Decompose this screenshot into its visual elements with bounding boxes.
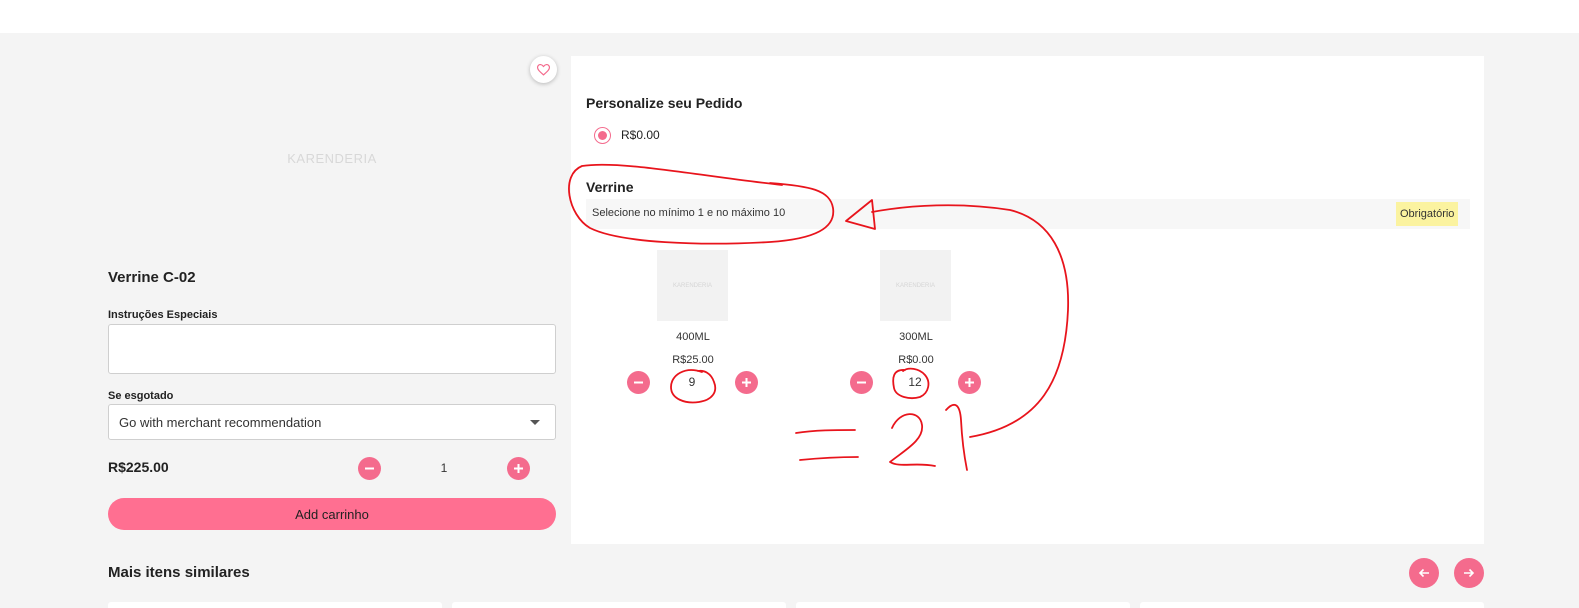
arrow-right-icon <box>1464 568 1475 578</box>
minus-icon <box>365 467 374 470</box>
product-image: KARENDERIA <box>108 58 556 258</box>
favorite-button[interactable] <box>530 56 557 83</box>
product-image-placeholder: KARENDERIA <box>287 150 377 166</box>
option-price: R$0.00 <box>898 354 934 366</box>
special-instructions-input[interactable] <box>108 324 556 374</box>
verrine-rule-text: Selecione no mínimo 1 e no máximo 10 <box>592 207 786 219</box>
option-decrease-button[interactable] <box>627 371 650 394</box>
similar-items-title: Mais itens similares <box>108 564 250 581</box>
similar-item-card[interactable] <box>796 602 1130 608</box>
product-title: Verrine C-02 <box>108 269 196 286</box>
similar-next-button[interactable] <box>1454 558 1484 588</box>
plus-icon <box>742 378 751 387</box>
addon-radio-label: R$0.00 <box>621 128 660 142</box>
top-bar <box>0 0 1579 33</box>
minus-icon <box>857 381 866 384</box>
heart-outline-icon <box>537 63 550 76</box>
customize-title: Personalize seu Pedido <box>586 95 743 111</box>
product-quantity-increase-button[interactable] <box>507 457 530 480</box>
caret-down-icon <box>530 420 540 425</box>
option-name: 400ML <box>676 331 710 343</box>
option-price: R$25.00 <box>672 354 714 366</box>
product-quantity-decrease-button[interactable] <box>358 457 381 480</box>
similar-item-card[interactable] <box>452 602 786 608</box>
radio-selected-dot <box>598 131 607 140</box>
similar-item-card[interactable] <box>1140 602 1484 608</box>
add-to-cart-button[interactable]: Add carrinho <box>108 498 556 530</box>
option-name: 300ML <box>899 331 933 343</box>
option-image-placeholder: KARENDERIA <box>672 282 712 289</box>
minus-icon <box>634 381 643 384</box>
similar-item-card[interactable] <box>108 602 442 608</box>
option-image: KARENDERIA <box>880 250 951 321</box>
soldout-selected-value: Go with merchant recommendation <box>119 414 322 430</box>
product-quantity: 1 <box>440 461 448 475</box>
option-increase-button[interactable] <box>735 371 758 394</box>
total-price: R$225.00 <box>108 459 169 475</box>
instructions-label: Instruções Especiais <box>108 309 218 321</box>
arrow-left-icon <box>1418 568 1429 578</box>
plus-icon <box>514 464 523 473</box>
option-increase-button[interactable] <box>958 371 981 394</box>
option-image-placeholder: KARENDERIA <box>895 282 935 289</box>
plus-icon <box>965 378 974 387</box>
required-badge: Obrigatório <box>1396 202 1459 226</box>
option-image: KARENDERIA <box>657 250 728 321</box>
option-quantity[interactable]: 12 <box>900 375 930 389</box>
soldout-label: Se esgotado <box>108 390 174 402</box>
similar-prev-button[interactable] <box>1409 558 1439 588</box>
option-quantity[interactable]: 9 <box>677 375 707 389</box>
soldout-select[interactable]: Go with merchant recommendation <box>108 404 556 440</box>
verrine-group-title: Verrine <box>586 179 634 195</box>
addon-radio[interactable] <box>594 127 611 144</box>
option-decrease-button[interactable] <box>850 371 873 394</box>
